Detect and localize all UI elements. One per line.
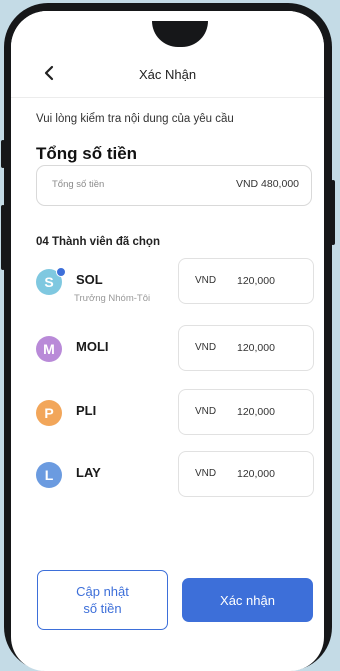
- avatar: P: [36, 400, 62, 426]
- member-amount-field[interactable]: VND 120,000: [178, 258, 314, 304]
- member-row: M MOLI VND 120,000: [36, 325, 316, 371]
- member-name: LAY: [76, 465, 101, 480]
- amount-value: 120,000: [237, 406, 275, 418]
- member-name: SOL: [76, 272, 103, 287]
- amount-value: 120,000: [237, 275, 275, 287]
- amount-currency: VND: [195, 275, 217, 286]
- instruction-text: Vui lòng kiểm tra nội dung của yêu cầu: [36, 113, 234, 125]
- amount-currency: VND: [195, 342, 217, 353]
- total-title: Tổng số tiền: [36, 144, 138, 163]
- member-role: Trưởng Nhóm-Tôi: [74, 293, 151, 304]
- phone-side-button: [1, 205, 5, 270]
- member-amount-field[interactable]: VND 120,000: [178, 389, 314, 435]
- amount-currency: VND: [195, 468, 217, 479]
- member-row: S SOL Trưởng Nhóm-Tôi VND 120,000: [36, 258, 316, 304]
- avatar: L: [36, 462, 62, 488]
- total-amount-label: Tổng số tiền: [52, 179, 105, 190]
- total-amount-value: VND 480,000: [235, 178, 299, 190]
- avatar: M: [36, 336, 62, 362]
- amount-value: 120,000: [237, 342, 275, 354]
- member-row: L LAY VND 120,000: [36, 451, 316, 497]
- confirm-button[interactable]: Xác nhận: [182, 578, 313, 622]
- app-screen: Xác Nhận Vui lòng kiểm tra nội dung của …: [11, 11, 324, 671]
- page-title: Xác Nhận: [138, 67, 197, 82]
- member-row: P PLI VND 120,000: [36, 389, 316, 435]
- update-amount-button[interactable]: Cập nhật số tiền: [37, 570, 168, 630]
- member-name: MOLI: [76, 339, 109, 354]
- amount-currency: VND: [195, 406, 217, 417]
- amount-value: 120,000: [237, 468, 275, 480]
- avatar-letter: L: [44, 467, 54, 483]
- member-name: PLI: [76, 403, 97, 418]
- phone-side-button: [1, 140, 5, 168]
- avatar-letter: S: [44, 274, 54, 290]
- update-amount-label: Cập nhật số tiền: [76, 584, 129, 616]
- member-amount-field[interactable]: VND 120,000: [178, 325, 314, 371]
- selected-members-header: 04 Thành viên đã chọn: [36, 236, 160, 248]
- avatar-letter: P: [44, 405, 54, 421]
- phone-side-button: [331, 180, 335, 245]
- avatar-letter: M: [43, 341, 55, 357]
- leader-badge-icon: [56, 267, 66, 277]
- member-amount-field[interactable]: VND 120,000: [178, 451, 314, 497]
- total-amount-field: Tổng số tiền VND 480,000: [36, 165, 312, 206]
